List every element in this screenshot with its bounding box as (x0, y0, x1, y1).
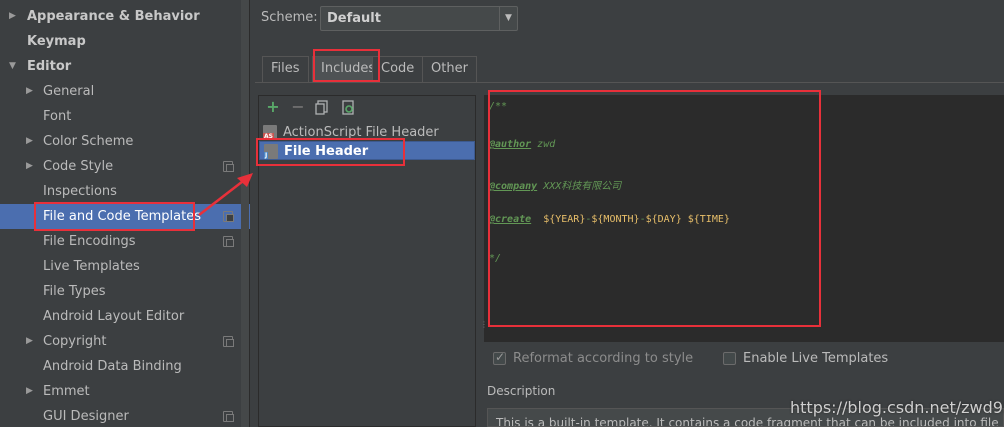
chevron-right-icon[interactable]: ▶ (26, 379, 36, 404)
description-label: Description (487, 384, 556, 398)
template-item-file-header[interactable]: J File Header (259, 141, 475, 160)
chevron-down-icon[interactable]: ▼ (9, 54, 19, 79)
reformat-checkbox[interactable] (493, 350, 506, 365)
file-icon: AS (263, 125, 277, 140)
chevron-right-icon[interactable]: ▶ (26, 329, 36, 354)
project-scope-icon (223, 411, 234, 422)
watermark: https://blog.csdn.net/zwd926 (790, 398, 1004, 417)
sidebar-item-label: Emmet (43, 384, 90, 399)
project-scope-icon (223, 336, 234, 347)
sidebar-item-label: Color Scheme (43, 134, 134, 149)
sidebar-item-label: File Encodings (43, 234, 136, 249)
sidebar-item-android-layout-editor[interactable]: Android Layout Editor (0, 304, 250, 329)
sidebar-item-label: Inspections (43, 184, 117, 199)
sidebar-item-label: Keymap (27, 34, 86, 49)
code-line-close: */ (489, 253, 502, 264)
sidebar-item-editor[interactable]: ▼ Editor (0, 54, 250, 79)
tab-other[interactable]: Other (422, 56, 477, 82)
copy-icon[interactable] (314, 100, 330, 116)
scheme-value: Default (327, 11, 381, 26)
sidebar-item-emmet[interactable]: ▶ Emmet (0, 379, 250, 404)
tabs-underline (255, 82, 1004, 83)
chevron-right-icon[interactable]: ▶ (26, 154, 36, 179)
sidebar-item-label: GUI Designer (43, 409, 129, 424)
code-line-author: @author zwd (489, 139, 556, 150)
live-templates-checkbox[interactable] (723, 352, 736, 365)
settings-dialog: ▶ Appearance & Behavior Keymap ▼ Editor ▶ Gene… (0, 0, 1004, 427)
sidebar-item-file-encodings[interactable]: File Encodings (0, 229, 250, 254)
file-icon: J (264, 144, 278, 159)
sidebar-item-color-scheme[interactable]: ▶ Color Scheme (0, 129, 250, 154)
scheme-select[interactable]: Default ▼ (320, 6, 518, 31)
sidebar-item-gui-designer[interactable]: GUI Designer (0, 404, 250, 427)
template-name: ActionScript File Header (283, 125, 439, 140)
sidebar-item-copyright[interactable]: ▶ Copyright (0, 329, 250, 354)
reset-icon[interactable] (340, 100, 356, 116)
code-line-create: @create ${YEAR}-${MONTH}-${DAY} ${TIME} (489, 214, 730, 225)
sidebar-item-live-templates[interactable]: Live Templates (0, 254, 250, 279)
sidebar-item-label: General (43, 84, 95, 99)
live-templates-label: Enable Live Templates (743, 351, 889, 366)
sidebar-item-label: Copyright (43, 334, 107, 349)
sidebar-item-file-types[interactable]: File Types (0, 279, 250, 304)
code-line-company: @company XXX科技有限公司 (489, 181, 622, 192)
chevron-right-icon[interactable]: ▶ (26, 79, 36, 104)
chevron-down-icon[interactable]: ▼ (499, 7, 517, 30)
sidebar-item-label: Appearance & Behavior (27, 9, 200, 24)
tab-code[interactable]: Code (372, 56, 424, 82)
project-scope-icon (223, 236, 234, 247)
remove-icon[interactable]: − (290, 99, 306, 115)
scheme-label: Scheme: (261, 10, 318, 25)
template-name: File Header (284, 144, 369, 159)
sidebar-item-label: Code Style (43, 159, 114, 174)
annotation-arrow (198, 173, 253, 216)
sidebar-item-label: Live Templates (43, 259, 140, 274)
sidebar-item-font[interactable]: Font (0, 104, 250, 129)
template-item-actionscript[interactable]: AS ActionScript File Header (259, 123, 475, 142)
chevron-right-icon[interactable]: ▶ (9, 4, 19, 29)
sidebar-item-label: Editor (27, 59, 72, 74)
sidebar-item-label: Android Layout Editor (43, 309, 185, 324)
sidebar-item-keymap[interactable]: Keymap (0, 29, 250, 54)
sidebar-item-general[interactable]: ▶ General (0, 79, 250, 104)
sidebar-item-label: File Types (43, 284, 106, 299)
code-line-open: /** (489, 101, 508, 112)
description-text: This is a built-in template. It contains… (496, 416, 999, 427)
sidebar-item-appearance-behavior[interactable]: ▶ Appearance & Behavior (0, 4, 250, 29)
chevron-right-icon[interactable]: ▶ (26, 129, 36, 154)
add-icon[interactable]: + (265, 99, 281, 115)
sidebar-item-android-data-binding[interactable]: Android Data Binding (0, 354, 250, 379)
tab-files[interactable]: Files (262, 56, 309, 82)
sidebar-item-label: File and Code Templates (43, 209, 201, 224)
sidebar-item-label: Android Data Binding (43, 359, 182, 374)
splitter-handle[interactable]: ⋮ (480, 320, 488, 330)
reformat-label: Reformat according to style (513, 351, 694, 366)
sidebar-item-label: Font (43, 109, 72, 124)
